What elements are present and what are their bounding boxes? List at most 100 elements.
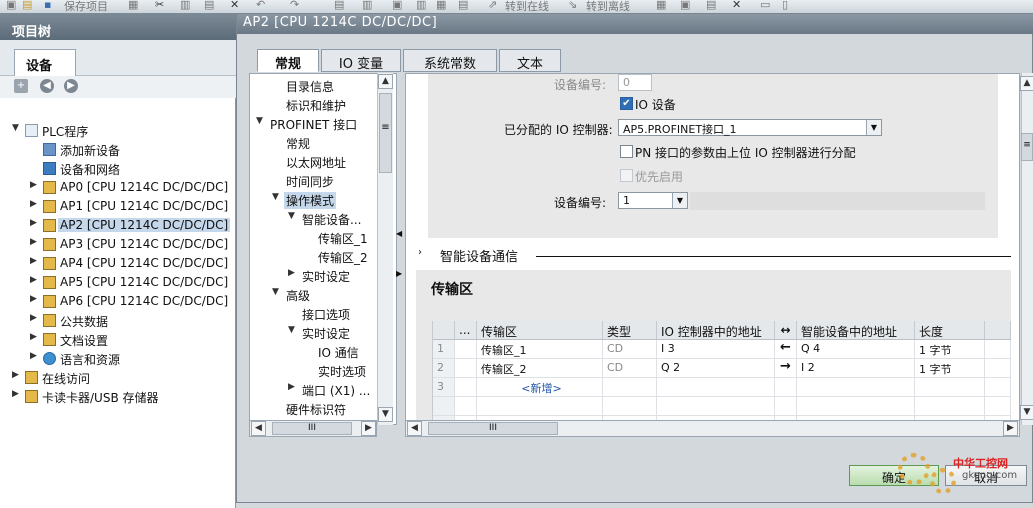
transfer-area-name-cell[interactable]: 传输区_1 xyxy=(477,340,603,359)
scroll-left-icon[interactable]: ◀ xyxy=(251,421,266,436)
expand-down-icon[interactable]: ▼ xyxy=(272,287,279,297)
expand-right-icon[interactable]: ▶ xyxy=(12,370,19,380)
open-icon[interactable]: ▤ xyxy=(22,0,32,11)
expand-right-icon[interactable]: ▶ xyxy=(30,256,37,266)
expand-right-icon[interactable]: ▶ xyxy=(30,332,37,342)
tree-item-add-device[interactable]: 添加新设备 xyxy=(0,140,236,159)
tree-item-languages[interactable]: ▶ 语言和资源 xyxy=(0,349,236,368)
save-project-button[interactable]: 保存项目 xyxy=(64,0,108,13)
empty-cell[interactable] xyxy=(455,340,477,359)
tree-item-ap4[interactable]: ▶ AP4 [CPU 1214C DC/DC/DC] xyxy=(0,254,236,273)
expand-right-icon[interactable]: ▶ xyxy=(30,275,37,285)
go-offline-icon[interactable]: ⇘ xyxy=(568,0,577,11)
undo-icon[interactable]: ↶ xyxy=(256,0,265,11)
cross-reference-icon[interactable]: ▣ xyxy=(680,0,690,11)
expand-down-icon[interactable]: ▼ xyxy=(288,211,295,221)
col-ellipsis[interactable]: ... xyxy=(455,321,477,340)
nav-vertical-scrollbar[interactable]: ▲ ≡ ▼ xyxy=(377,73,393,425)
expand-right-icon[interactable]: ▶ xyxy=(30,237,37,247)
paste-icon[interactable]: ▤ xyxy=(204,0,214,11)
stop-simulation-icon[interactable]: ▤ xyxy=(458,0,468,11)
empty-cell[interactable] xyxy=(455,378,477,397)
type-cell[interactable]: CD xyxy=(603,340,657,359)
tab-general[interactable]: 常规 xyxy=(257,49,319,72)
tree-item-ap0[interactable]: ▶ AP0 [CPU 1214C DC/DC/DC] xyxy=(0,178,236,197)
scroll-left-icon[interactable]: ◀ xyxy=(407,421,422,436)
length-cell[interactable]: 1 字节 xyxy=(915,340,985,359)
section-collapse-icon[interactable]: › xyxy=(418,247,422,258)
controller-address-cell[interactable]: Q 2 xyxy=(657,359,775,378)
device-address-cell[interactable]: Q 4 xyxy=(797,340,915,359)
download-icon[interactable]: ▥ xyxy=(362,0,372,11)
go-offline-button[interactable]: 转到离线 xyxy=(586,0,630,13)
length-cell[interactable] xyxy=(915,378,985,397)
expand-down-icon[interactable]: ▼ xyxy=(288,325,295,335)
tree-item-ap1[interactable]: ▶ AP1 [CPU 1214C DC/DC/DC] xyxy=(0,197,236,216)
direction-arrow-icon[interactable]: ← xyxy=(775,340,797,359)
tab-devices[interactable]: 设备 xyxy=(14,49,76,76)
device-address-cell[interactable] xyxy=(797,378,915,397)
delete-icon[interactable]: ✕ xyxy=(230,0,239,11)
empty-cell[interactable] xyxy=(985,378,1011,397)
add-icon[interactable]: + xyxy=(14,79,28,93)
redo-icon[interactable]: ↷ xyxy=(290,0,299,11)
tree-item-ap5[interactable]: ▶ AP5 [CPU 1214C DC/DC/DC] xyxy=(0,273,236,292)
compile-icon[interactable]: ▤ xyxy=(334,0,344,11)
tab-texts[interactable]: 文本 xyxy=(499,49,561,72)
forward-icon[interactable]: ▶ xyxy=(64,79,78,93)
type-cell[interactable]: CD xyxy=(603,359,657,378)
direction-arrow-icon[interactable] xyxy=(775,378,797,397)
chevron-down-icon[interactable]: ▼ xyxy=(866,120,881,135)
expand-right-icon[interactable]: ▶ xyxy=(30,351,37,361)
controller-address-cell[interactable] xyxy=(657,378,775,397)
expand-right-icon[interactable]: ▶ xyxy=(30,313,37,323)
tree-item-card-reader[interactable]: ▶ 卡读卡器/USB 存储器 xyxy=(0,387,236,406)
go-online-icon[interactable]: ⇗ xyxy=(488,0,497,11)
empty-cell[interactable] xyxy=(985,340,1011,359)
col-length[interactable]: 长度 xyxy=(915,321,985,340)
scroll-down-icon[interactable]: ▼ xyxy=(1020,405,1033,420)
expand-right-icon[interactable]: ▶ xyxy=(12,389,19,399)
transfer-area-name-cell[interactable]: 传输区_2 xyxy=(477,359,603,378)
expand-right-icon[interactable]: ▶ xyxy=(30,180,37,190)
upload-device-icon[interactable]: ▥ xyxy=(416,0,426,11)
length-cell[interactable]: 1 字节 xyxy=(915,359,985,378)
expand-right-icon[interactable]: ▶ xyxy=(30,199,37,209)
tree-item-online-access[interactable]: ▶ 在线访问 xyxy=(0,368,236,387)
tree-item-ap6[interactable]: ▶ AP6 [CPU 1214C DC/DC/DC] xyxy=(0,292,236,311)
go-online-button[interactable]: 转到在线 xyxy=(505,0,549,13)
direction-arrow-icon[interactable]: → xyxy=(775,359,797,378)
col-ctrl-address[interactable]: IO 控制器中的地址 xyxy=(657,321,775,340)
simulation-icon[interactable]: ▦ xyxy=(436,0,446,11)
col-type[interactable]: 类型 xyxy=(603,321,657,340)
copy-icon[interactable]: ▥ xyxy=(180,0,190,11)
tree-item-plc-program[interactable]: ▼ PLC程序 xyxy=(0,121,236,140)
assigned-controller-select[interactable]: AP5.PROFINET接口_1 ▼ xyxy=(618,119,882,136)
scroll-thumb[interactable]: ≡ xyxy=(379,93,392,173)
tree-item-doc-settings[interactable]: ▶ 文档设置 xyxy=(0,330,236,349)
split-horizontal-icon[interactable]: ▭ xyxy=(760,0,770,11)
new-icon[interactable]: ▣ xyxy=(6,0,16,11)
scroll-up-icon[interactable]: ▲ xyxy=(378,74,393,89)
print-icon[interactable]: ▦ xyxy=(128,0,138,11)
col-device-address[interactable]: 智能设备中的地址 xyxy=(797,321,915,340)
io-device-checkbox[interactable]: ✔ xyxy=(620,97,633,110)
scroll-up-icon[interactable]: ▲ xyxy=(1020,76,1033,91)
nav-scroll-right-icon[interactable]: ▶ xyxy=(361,421,376,436)
controller-address-cell[interactable]: I 3 xyxy=(657,340,775,359)
accessible-devices-icon[interactable]: ▦ xyxy=(656,0,666,11)
scroll-down-icon[interactable]: ▼ xyxy=(378,407,393,422)
cut-icon[interactable]: ✂ xyxy=(155,0,164,11)
expand-down-icon[interactable]: ▼ xyxy=(272,192,279,202)
scroll-right-icon[interactable]: ▶ xyxy=(1003,421,1018,436)
empty-cell[interactable] xyxy=(985,359,1011,378)
content-vertical-scrollbar[interactable]: ▲ ≡ ▼ xyxy=(1020,73,1033,425)
expand-right-icon[interactable]: ▶ xyxy=(288,268,295,278)
upload-icon[interactable]: ▣ xyxy=(392,0,402,11)
device-address-cell[interactable]: I 2 xyxy=(797,359,915,378)
tree-item-ap3[interactable]: ▶ AP3 [CPU 1214C DC/DC/DC] xyxy=(0,235,236,254)
type-cell[interactable] xyxy=(603,378,657,397)
expand-down-icon[interactable]: ▼ xyxy=(256,116,263,126)
save-icon[interactable]: ▪ xyxy=(44,0,51,11)
scroll-thumb[interactable]: III xyxy=(272,422,352,435)
